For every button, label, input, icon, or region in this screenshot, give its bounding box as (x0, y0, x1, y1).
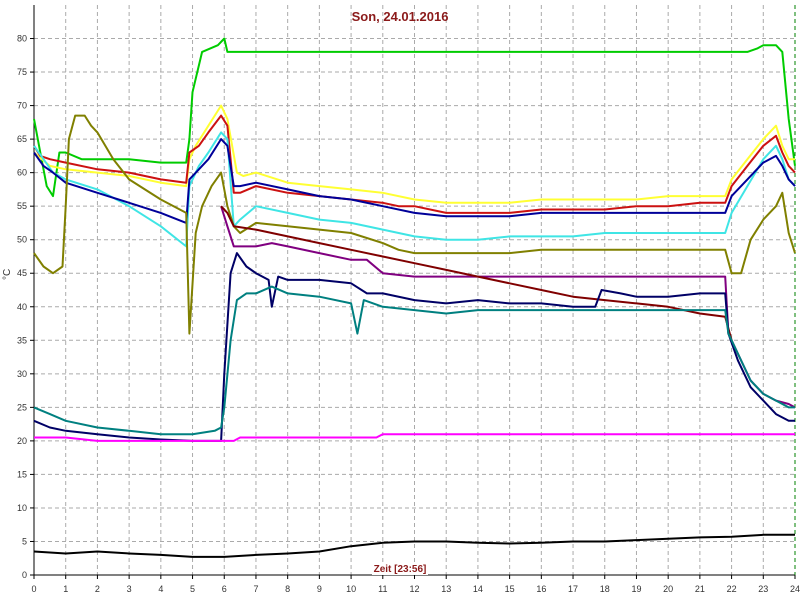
y-tick-label: 10 (17, 503, 27, 513)
y-tick-label: 45 (17, 268, 27, 278)
x-tick-label: 14 (473, 584, 483, 594)
y-tick-label: 50 (17, 235, 27, 245)
x-tick-label: 0 (31, 584, 36, 594)
y-tick-label: 20 (17, 436, 27, 446)
x-tick-label: 4 (158, 584, 163, 594)
x-tick-label: 24 (790, 584, 800, 594)
y-tick-label: 25 (17, 402, 27, 412)
x-tick-label: 21 (695, 584, 705, 594)
y-tick-label: 70 (17, 101, 27, 111)
x-tick-label: 5 (190, 584, 195, 594)
x-tick-label: 15 (505, 584, 515, 594)
y-tick-label: 30 (17, 369, 27, 379)
x-tick-label: 8 (285, 584, 290, 594)
line-chart: 0 1 2 3 4 5 6 7 8 9 10 11 12 13 14 15 16 17 18 19 20 21 22 23 24… (17, 5, 800, 594)
x-tick-label: 10 (346, 584, 356, 594)
x-tick-label: 3 (127, 584, 132, 594)
y-tick-label: 15 (17, 469, 27, 479)
y-tick-label: 80 (17, 34, 27, 44)
x-tick-label: 12 (409, 584, 419, 594)
chart-title: Son, 24.01.2016 (351, 9, 449, 24)
x-tick-label: 19 (631, 584, 641, 594)
x-tick-label: 7 (253, 584, 258, 594)
grid (34, 5, 796, 575)
series-lines (33, 37, 796, 558)
x-tick-label: 2 (95, 584, 100, 594)
y-tick-label: 40 (17, 302, 27, 312)
y-tick-label: 75 (17, 67, 27, 77)
x-tick-label: 11 (378, 584, 387, 594)
x-tick-label: 22 (727, 584, 737, 594)
axes (30, 5, 796, 579)
x-tick-label: 18 (600, 584, 610, 594)
x-axis-label: Zeit [23:56] (0, 564, 800, 575)
x-axis-label-text: Zeit [23:56] (371, 564, 429, 575)
y-tick-label: 35 (17, 335, 27, 345)
tick-labels: 0 1 2 3 4 5 6 7 8 9 10 11 12 13 14 15 16 17 18 19 20 21 22 23 24… (17, 34, 800, 594)
y-axis-label: °C (2, 268, 13, 280)
x-tick-label: 17 (568, 584, 578, 594)
y-tick-label: 60 (17, 168, 27, 178)
x-tick-label: 16 (536, 584, 546, 594)
x-tick-label: 23 (758, 584, 768, 594)
x-tick-label: 20 (663, 584, 673, 594)
series-line-3 (33, 114, 796, 214)
y-tick-label: 5 (22, 536, 27, 546)
x-tick-label: 13 (441, 584, 451, 594)
y-tick-label: 65 (17, 134, 27, 144)
x-tick-label: 1 (63, 584, 68, 594)
y-tick-label: 55 (17, 201, 27, 211)
x-tick-label: 6 (222, 584, 227, 594)
x-tick-label: 9 (317, 584, 322, 594)
